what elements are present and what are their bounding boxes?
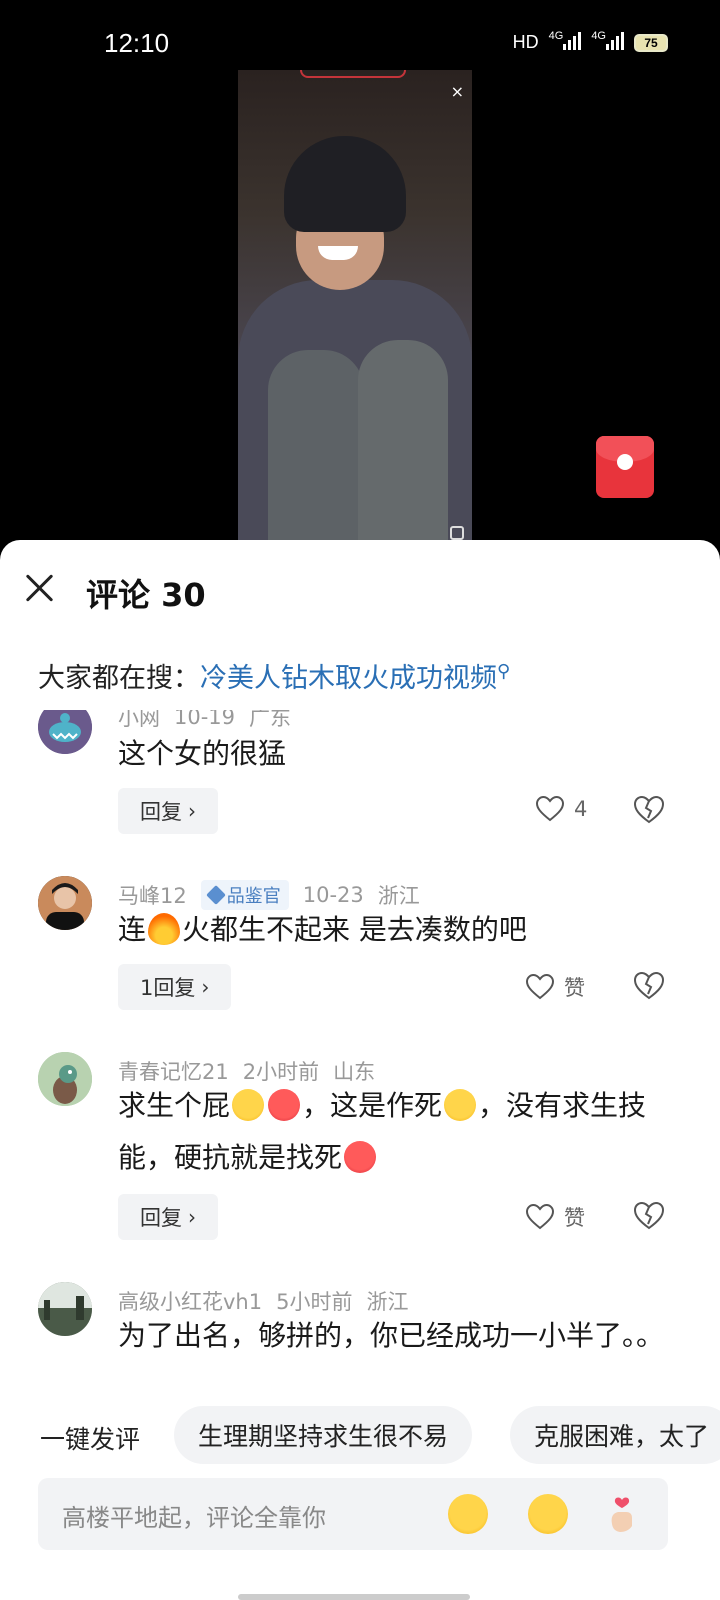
trending-search[interactable]: 大家都在搜：冷美人钻木取火成功视频⚲: [38, 656, 510, 695]
quick-comment-label: 一键发评: [40, 1425, 141, 1454]
avatar[interactable]: [38, 1282, 92, 1336]
video-figure-hat: [284, 136, 406, 232]
dislike-button[interactable]: [633, 795, 665, 824]
comment-input[interactable]: 高楼平地起，评论全靠你: [38, 1478, 668, 1550]
comment-text: 连火都生不起来 是去凑数的吧: [118, 913, 527, 946]
chevron-right-icon: ›: [188, 1205, 196, 1229]
comment-text: 这个女的很猛: [118, 737, 287, 770]
quick-comment-bar: 一键发评 生理期坚持求生很不易 克服困难，太了: [0, 1406, 720, 1466]
fire-emoji-icon: [148, 913, 181, 945]
quick-comment-chip[interactable]: 生理期坚持求生很不易: [174, 1406, 473, 1464]
finger-heart-icon[interactable]: [604, 1494, 644, 1534]
angry-emoji-icon: [268, 1089, 301, 1121]
fullscreen-icon[interactable]: [450, 526, 464, 540]
heart-icon: [525, 1203, 555, 1230]
chevron-right-icon: ›: [201, 975, 210, 999]
home-indicator: [238, 1594, 470, 1600]
like-button[interactable]: 4: [535, 795, 588, 822]
broken-heart-icon: [633, 1201, 665, 1230]
like-label: 赞: [564, 1206, 585, 1230]
clock: 12:10: [104, 28, 170, 58]
dislike-button[interactable]: [633, 1201, 665, 1230]
trending-search-prefix: 大家都在搜：: [38, 663, 200, 694]
chevron-right-icon: ›: [188, 799, 196, 823]
comment-date: 10-19: [174, 710, 236, 729]
avatar[interactable]: [38, 710, 92, 754]
sheet-header: 评论 30: [0, 540, 720, 640]
status-icons: HD 4G 4G 75: [513, 30, 668, 55]
comments-title: 评论 30: [86, 576, 206, 614]
close-icon[interactable]: ×: [451, 82, 464, 101]
video-player[interactable]: ×: [238, 70, 472, 550]
heart-icon: [525, 973, 555, 1000]
crying-laugh-emoji-icon: [232, 1089, 265, 1121]
reply-button[interactable]: 回复 ›: [118, 1194, 218, 1240]
video-figure-leg: [268, 350, 364, 550]
hd-label: HD: [512, 32, 539, 52]
dislike-button[interactable]: [633, 971, 665, 1000]
like-button[interactable]: 赞: [525, 1202, 585, 1232]
diamond-icon: [205, 885, 226, 905]
crying-emoji-icon[interactable]: [528, 1494, 568, 1534]
crying-laugh-emoji-icon[interactable]: [448, 1494, 488, 1534]
like-count: 4: [574, 797, 588, 821]
broken-heart-icon: [633, 795, 665, 824]
broken-heart-icon: [633, 971, 665, 1000]
video-top-indicator: [300, 70, 406, 78]
like-button[interactable]: 赞: [525, 972, 585, 1002]
video-figure-leg: [358, 340, 448, 550]
search-icon: ⚲: [497, 661, 511, 682]
comment-text: 为了出名，够拼的，你已经成功一小半了。。: [118, 1319, 665, 1352]
comment-text: 求生个屁 ，这是作死 ，没有求生技能，硬抗就是找死: [118, 1089, 647, 1174]
heart-icon: [535, 795, 565, 822]
signal-icon-2: 4G: [591, 30, 624, 55]
crying-laugh-emoji-icon: [444, 1089, 477, 1121]
comment-input-placeholder: 高楼平地起，评论全靠你: [62, 1504, 326, 1532]
reply-button[interactable]: 回复 ›: [118, 788, 218, 834]
angry-emoji-icon: [344, 1141, 377, 1173]
reply-button[interactable]: 1回复 ›: [118, 964, 232, 1010]
red-packet-icon[interactable]: [596, 436, 654, 498]
close-comments-button[interactable]: [22, 570, 58, 606]
comments-sheet: 评论 30 大家都在搜：冷美人钻木取火成功视频⚲ 小网 10-19 广东 这个女…: [0, 540, 720, 1600]
avatar[interactable]: [38, 876, 92, 930]
signal-icon: 4G: [549, 30, 582, 55]
trending-search-link[interactable]: 冷美人钻木取火成功视频: [200, 663, 497, 694]
comment-list[interactable]: 小网 10-19 广东 这个女的很猛 回复› 4 马峰12 品鉴官 10-23: [0, 710, 720, 1392]
avatar[interactable]: [38, 1052, 92, 1106]
quick-comment-chip[interactable]: 克服困难，太了: [510, 1406, 720, 1464]
like-label: 赞: [564, 976, 585, 1000]
battery-icon: 75: [634, 33, 668, 52]
